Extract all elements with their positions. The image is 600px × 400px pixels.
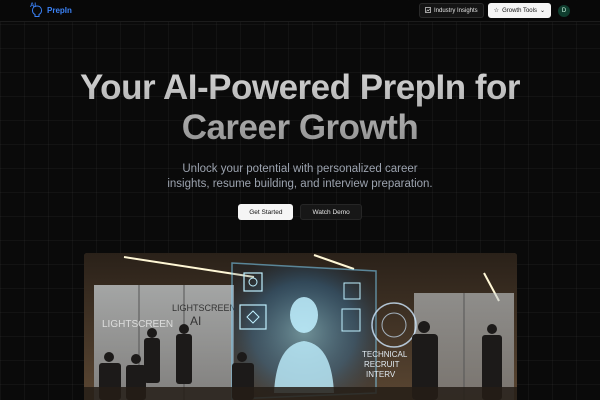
brand-logo[interactable]: AI PrepIn xyxy=(30,2,72,18)
sign-right-line1: TECHNICAL xyxy=(362,350,408,359)
chart-icon xyxy=(425,6,431,15)
hero-subtitle: Unlock your potential with personalized … xyxy=(167,163,433,190)
sign-left: LIGHTSCREEN xyxy=(102,319,173,330)
industry-insights-button[interactable]: Industry Insights xyxy=(418,3,484,18)
growth-tools-label: Growth Tools xyxy=(502,7,537,14)
hero-section: Your AI-Powered PrepIn for Career Growth… xyxy=(0,68,600,220)
hero-title-line2: Career Growth xyxy=(181,108,419,147)
cta-group: Get Started Watch Demo xyxy=(0,204,600,220)
logo-ai-text: AI xyxy=(30,2,36,9)
brand-name: PrepIn xyxy=(47,6,72,15)
hero-title-line1: Your AI-Powered PrepIn for xyxy=(79,68,521,107)
watch-demo-button[interactable]: Watch Demo xyxy=(300,204,362,220)
star-icon: ☆ xyxy=(493,8,500,14)
office-scene-illustration: LIGHTSCREEN LIGHTSCREEN AI TECHNICAL REC… xyxy=(84,253,517,400)
chevron-down-icon: ⌄ xyxy=(539,8,545,14)
growth-tools-dropdown[interactable]: ☆ Growth Tools ⌄ xyxy=(487,3,551,18)
nav-actions: Industry Insights ☆ Growth Tools ⌄ D xyxy=(418,3,570,18)
user-avatar[interactable]: D xyxy=(558,4,570,17)
sign-center-line2: AI xyxy=(190,314,201,328)
brain-icon: AI xyxy=(30,2,44,18)
sign-right-line3: INTERV xyxy=(366,370,396,379)
get-started-button[interactable]: Get Started xyxy=(238,204,294,220)
hero-banner-image: LIGHTSCREEN LIGHTSCREEN AI TECHNICAL REC… xyxy=(84,253,517,400)
industry-insights-label: Industry Insights xyxy=(433,7,478,14)
sign-right-line2: RECRUIT xyxy=(364,360,400,369)
sign-center-line1: LIGHTSCREEN xyxy=(172,303,236,313)
hero-title: Your AI-Powered PrepIn for Career Growth xyxy=(0,68,600,148)
top-nav: AI PrepIn Industry Insights ☆ Growth Too… xyxy=(0,0,600,22)
